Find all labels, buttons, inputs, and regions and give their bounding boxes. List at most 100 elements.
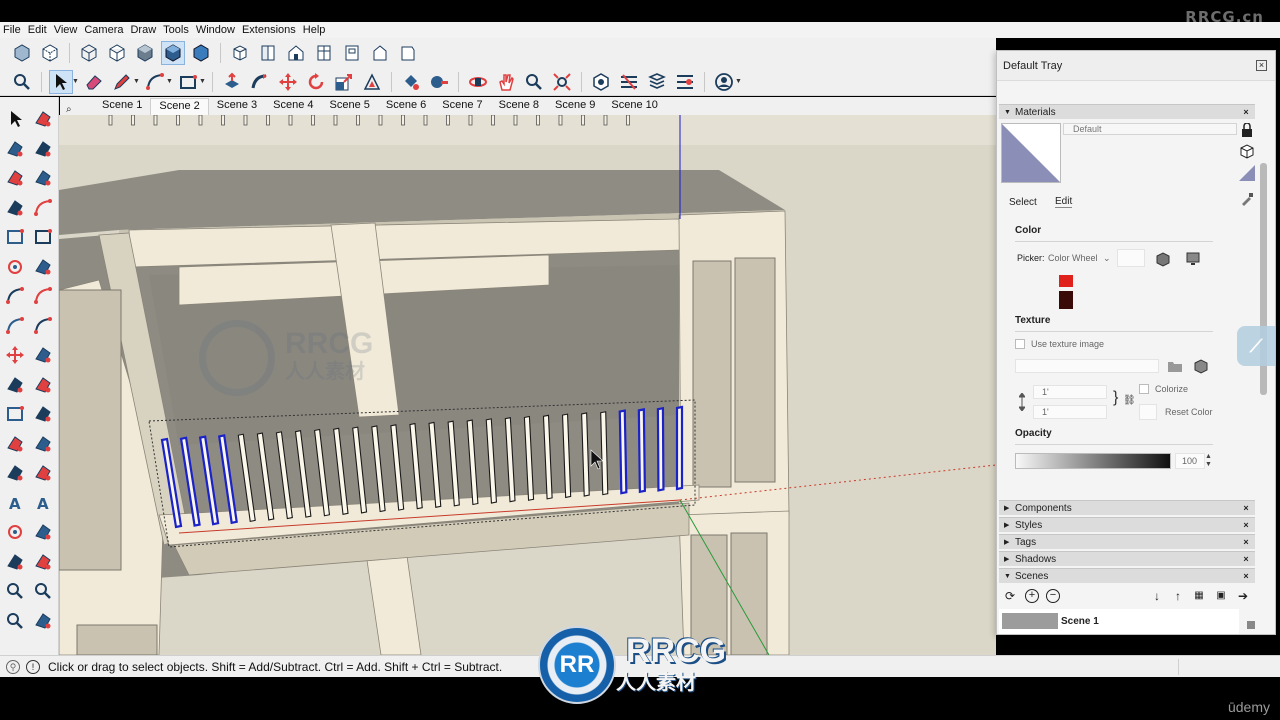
- select-icon[interactable]: [3, 107, 27, 131]
- color-swatch-dark[interactable]: [1059, 291, 1073, 309]
- menu-help[interactable]: Help: [303, 24, 326, 36]
- zoom-icon[interactable]: [3, 579, 27, 603]
- remove-scene-icon[interactable]: −: [1046, 589, 1060, 603]
- axes-icon[interactable]: [3, 432, 27, 456]
- baluster[interactable]: [637, 408, 647, 494]
- measurements-box[interactable]: [1178, 659, 1278, 675]
- match-model-color-icon[interactable]: [1155, 251, 1171, 267]
- extension-warehouse-icon[interactable]: [617, 70, 641, 94]
- back-edges-style-icon[interactable]: [38, 41, 62, 65]
- floating-side-button[interactable]: ⟋: [1237, 326, 1275, 366]
- tab-scene-8[interactable]: Scene 8: [491, 98, 547, 115]
- tape-measure-icon[interactable]: [427, 70, 451, 94]
- offset-icon[interactable]: [360, 70, 384, 94]
- shadows-panel-header[interactable]: ▶ Shadows ×: [999, 551, 1255, 566]
- two-point-arc-icon[interactable]: [31, 284, 55, 308]
- menu-extensions[interactable]: Extensions: [242, 24, 296, 36]
- search-icon[interactable]: [10, 70, 34, 94]
- walk-icon[interactable]: [31, 520, 55, 544]
- eyedropper-icon[interactable]: [1240, 192, 1254, 206]
- follow-me-icon[interactable]: [31, 373, 55, 397]
- close-icon[interactable]: ×: [1241, 537, 1251, 547]
- close-icon[interactable]: ×: [1256, 60, 1267, 71]
- arc-icon[interactable]: [3, 284, 27, 308]
- eraser-icon[interactable]: [31, 137, 55, 161]
- rotated-rectangle-icon[interactable]: [31, 225, 55, 249]
- close-icon[interactable]: ×: [1241, 520, 1251, 530]
- layout-icon[interactable]: [645, 70, 669, 94]
- drawing-area[interactable]: RRCG 人人素材: [59, 115, 996, 655]
- dimension-icon[interactable]: [31, 461, 55, 485]
- menu-tools[interactable]: Tools: [163, 24, 189, 36]
- tab-scene-2[interactable]: Scene 2: [150, 98, 209, 115]
- scale-icon[interactable]: [332, 70, 356, 94]
- freehand-icon[interactable]: [31, 196, 55, 220]
- use-texture-checkbox[interactable]: [1015, 339, 1025, 349]
- protractor-icon[interactable]: [31, 432, 55, 456]
- texture-width-field[interactable]: 1': [1033, 385, 1107, 399]
- resize-grip-icon[interactable]: [1247, 621, 1255, 629]
- rectangle-icon[interactable]: [176, 70, 200, 94]
- baluster[interactable]: [618, 409, 628, 495]
- move-scene-up-icon[interactable]: ↑: [1171, 589, 1185, 603]
- color-swatch-red[interactable]: [1059, 275, 1073, 287]
- tab-scene-4[interactable]: Scene 4: [265, 98, 321, 115]
- components-panel-header[interactable]: ▶ Components ×: [999, 500, 1255, 515]
- menu-window[interactable]: Window: [196, 24, 235, 36]
- view-options-icon[interactable]: ▦: [1192, 589, 1206, 603]
- section-plane-icon[interactable]: [3, 550, 27, 574]
- rotate-icon[interactable]: [3, 373, 27, 397]
- tab-scene-6[interactable]: Scene 6: [378, 98, 434, 115]
- close-icon[interactable]: ×: [1241, 571, 1251, 581]
- look-around-icon[interactable]: [31, 609, 55, 633]
- tab-scene-7[interactable]: Scene 7: [434, 98, 490, 115]
- top-view-icon[interactable]: [256, 41, 280, 65]
- scale-icon[interactable]: [3, 402, 27, 426]
- push-pull-icon[interactable]: [220, 70, 244, 94]
- back-view-icon[interactable]: [340, 41, 364, 65]
- zoom-icon[interactable]: [522, 70, 546, 94]
- xray-style-icon[interactable]: [10, 41, 34, 65]
- tags-panel-header[interactable]: ▶ Tags ×: [999, 534, 1255, 549]
- menu-file[interactable]: File: [3, 24, 21, 36]
- default-material-icon[interactable]: [1239, 165, 1255, 181]
- orbit-icon[interactable]: [466, 70, 490, 94]
- menu-camera[interactable]: Camera: [84, 24, 123, 36]
- chevron-down-icon[interactable]: ▼: [133, 78, 141, 85]
- 3d-text-icon[interactable]: A: [31, 491, 55, 515]
- create-material-icon[interactable]: [1239, 143, 1255, 159]
- chevron-down-icon[interactable]: ▼: [735, 78, 743, 85]
- edit-texture-icon[interactable]: [1193, 358, 1209, 374]
- material-name-field[interactable]: Default: [1063, 123, 1237, 135]
- right-view-icon[interactable]: [312, 41, 336, 65]
- opacity-slider[interactable]: [1015, 453, 1171, 469]
- make-component-icon[interactable]: [3, 166, 27, 190]
- zoom-extents-icon[interactable]: [3, 609, 27, 633]
- chevron-down-icon[interactable]: ▼: [72, 78, 80, 85]
- menu-draw[interactable]: Draw: [130, 24, 156, 36]
- rotate-icon[interactable]: [304, 70, 328, 94]
- rectangle-icon[interactable]: [3, 225, 27, 249]
- styles-panel-header[interactable]: ▶ Styles ×: [999, 517, 1255, 532]
- link-bracket-icon[interactable]: }: [1113, 389, 1118, 407]
- select-arrow-icon[interactable]: [49, 69, 73, 94]
- tab-scene-1[interactable]: Scene 1: [94, 98, 150, 115]
- tab-select[interactable]: Select: [1009, 197, 1037, 208]
- pie-icon[interactable]: [31, 314, 55, 338]
- match-screen-color-icon[interactable]: [1185, 251, 1203, 267]
- add-scene-icon[interactable]: +: [1025, 589, 1039, 603]
- close-icon[interactable]: ×: [1241, 503, 1251, 513]
- move-icon[interactable]: [3, 343, 27, 367]
- tab-scene-10[interactable]: Scene 10: [603, 98, 665, 115]
- shaded-style-icon[interactable]: [133, 41, 157, 65]
- chain-link-icon[interactable]: ⛓: [1123, 395, 1136, 406]
- paint-bucket-icon[interactable]: [3, 137, 27, 161]
- tab-scene-3[interactable]: Scene 3: [209, 98, 265, 115]
- line-icon[interactable]: [3, 196, 27, 220]
- monochrome-style-icon[interactable]: [189, 41, 213, 65]
- front-view-icon[interactable]: [284, 41, 308, 65]
- chevron-down-icon[interactable]: ⌄: [1103, 253, 1111, 264]
- text-icon[interactable]: A: [3, 491, 27, 515]
- picker-select[interactable]: Color Wheel: [1048, 253, 1098, 263]
- texture-path-field[interactable]: [1015, 359, 1159, 373]
